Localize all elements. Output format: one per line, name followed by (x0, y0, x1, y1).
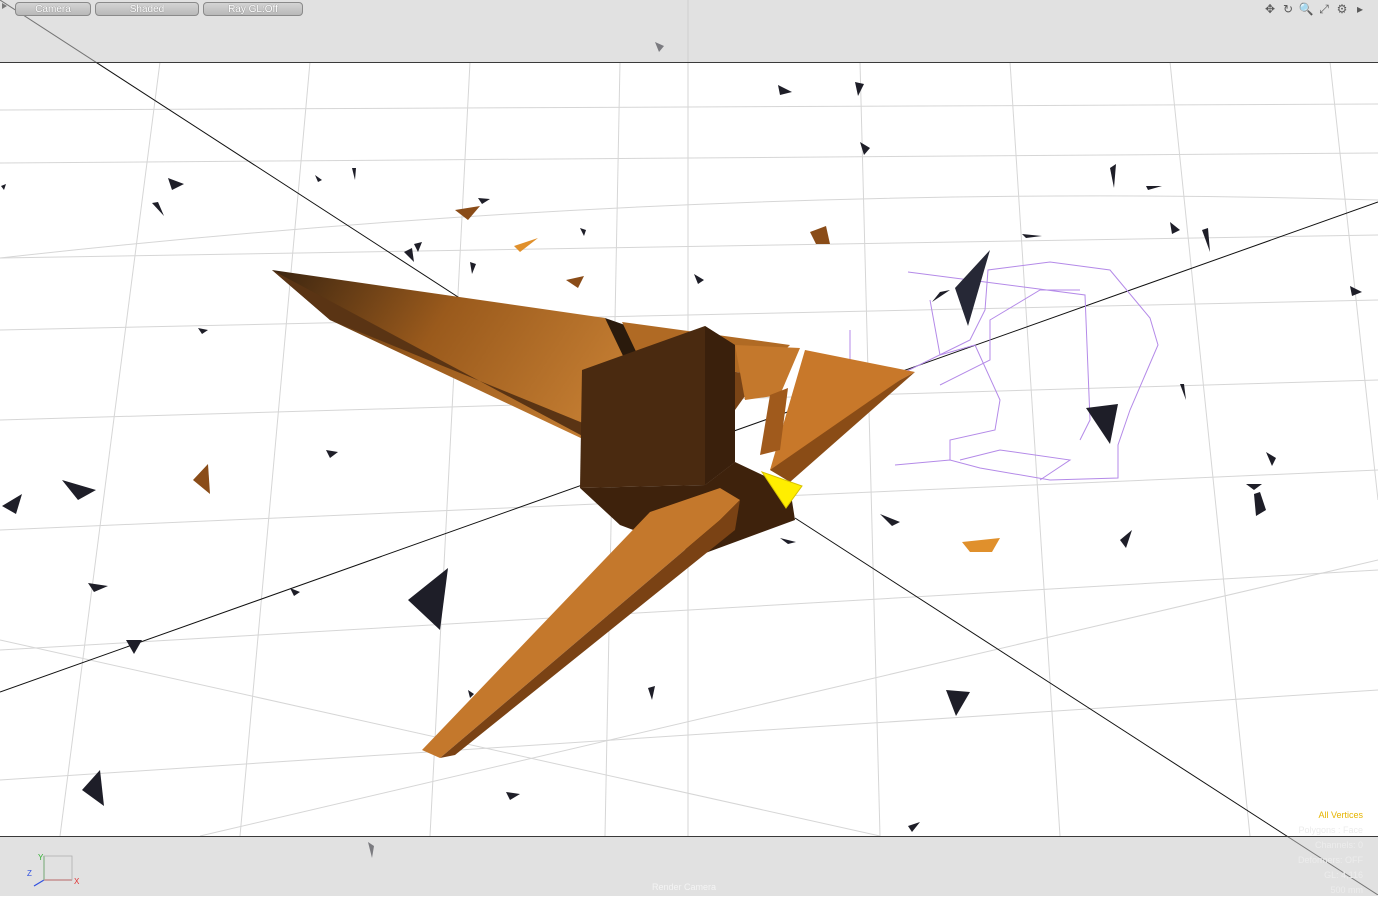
rotate-view-icon[interactable]: ↻ (1280, 1, 1296, 17)
viewport-menu-icon[interactable]: ▸ (1352, 1, 1368, 17)
camera-button[interactable]: Camera (15, 2, 91, 16)
viewport-settings-icon[interactable]: ⚙ (1334, 1, 1350, 17)
move-view-icon[interactable]: ✥ (1262, 1, 1278, 17)
raygl-button[interactable]: Ray GL:Off (203, 2, 303, 16)
axis-y-label: Y (38, 853, 44, 862)
shading-button[interactable]: Shaded (95, 2, 199, 16)
viewport-collapse-icon[interactable] (2, 3, 7, 9)
viewport-tools: ✥ ↻ 🔍 ⤢ ⚙ ▸ (1262, 1, 1368, 17)
camera-name-label: Render Camera (652, 882, 717, 892)
polygons-text: Polygons : Face (1298, 825, 1363, 835)
3d-viewport[interactable] (0, 0, 1378, 895)
viewport-scene[interactable] (0, 0, 1378, 895)
selection-mode-text: All Vertices (1318, 810, 1363, 820)
gl-count-text: GL: 4,116 (1324, 870, 1363, 880)
grid-size-text: 500 mm (1330, 885, 1363, 895)
channels-text: Channels: 0 (1314, 840, 1363, 850)
deformers-text: Deformers: OFF (1297, 855, 1363, 865)
axis-gizmo: X Y Z (27, 853, 80, 887)
axis-z-label: Z (27, 869, 32, 878)
fit-view-icon[interactable]: ⤢ (1316, 1, 1332, 17)
zoom-view-icon[interactable]: 🔍 (1298, 1, 1314, 17)
viewport-header: Camera Shaded Ray GL:Off ✥ ↻ 🔍 ⤢ ⚙ ▸ (0, 0, 1378, 63)
axis-x-label: X (74, 877, 80, 886)
viewport-stats: All Vertices Polygons : Face Channels: 0… (1298, 808, 1363, 898)
debris-large-dark (955, 250, 990, 326)
